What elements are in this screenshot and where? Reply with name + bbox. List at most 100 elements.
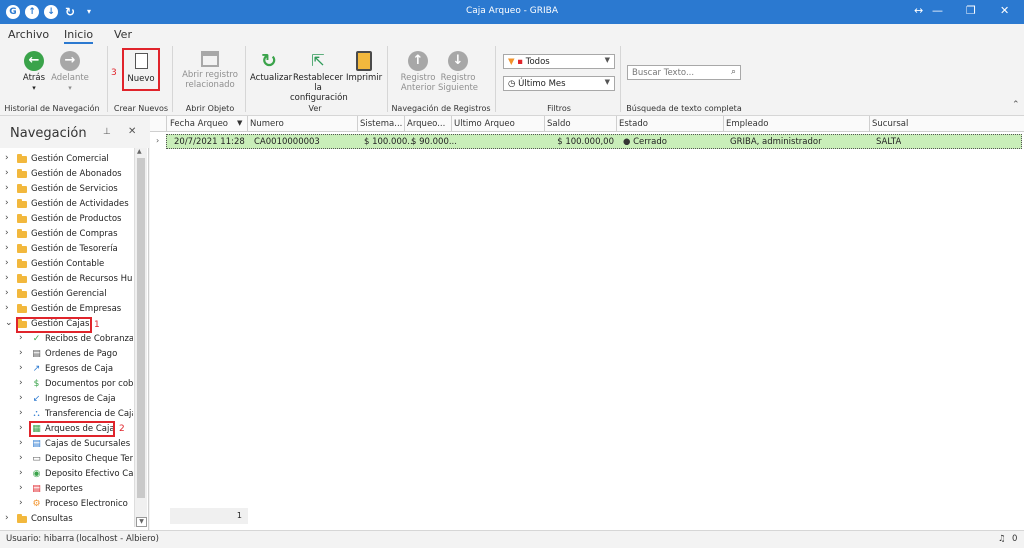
reset-config-button[interactable]: ⇱ Restablecer la configuración (290, 51, 348, 103)
transfer-icon: ⛬ (33, 409, 40, 419)
column-divider[interactable] (247, 116, 248, 132)
chevron-right-icon[interactable]: › (19, 378, 29, 388)
column-header[interactable]: Ultimo Arqueo (454, 119, 515, 129)
resize-icon[interactable]: ↔ (914, 4, 923, 17)
close-icon[interactable]: ✕ (128, 126, 136, 137)
close-button[interactable]: ✕ (1000, 4, 1009, 17)
column-divider[interactable] (616, 116, 617, 132)
collapse-ribbon-icon[interactable]: ⌃ (1012, 100, 1020, 110)
chevron-right-icon[interactable]: › (5, 198, 15, 208)
nav-item[interactable]: › Gestión de Productos (5, 213, 133, 228)
minimize-button[interactable]: — (932, 4, 943, 17)
chevron-right-icon[interactable]: › (19, 363, 29, 373)
nav-item[interactable]: › Gestión de Servicios (5, 183, 133, 198)
nav-item[interactable]: › Gestión Gerencial (5, 288, 133, 303)
chevron-right-icon[interactable]: › (19, 438, 29, 448)
chevron-right-icon[interactable]: › (5, 273, 15, 283)
column-header[interactable]: Numero (250, 119, 284, 129)
chevron-right-icon[interactable]: › (5, 183, 15, 193)
chevron-right-icon[interactable]: › (5, 213, 15, 223)
nav-item[interactable]: › Gestión Comercial (5, 153, 133, 168)
chevron-right-icon[interactable]: › (5, 228, 15, 238)
search-input[interactable]: Buscar Texto... ⌕ (627, 65, 741, 80)
column-header[interactable]: Estado (619, 119, 648, 129)
chevron-right-icon[interactable]: › (5, 258, 15, 268)
chevron-right-icon[interactable]: › (19, 498, 29, 508)
chevron-right-icon[interactable]: › (5, 168, 15, 178)
chevron-right-icon[interactable]: › (19, 453, 29, 463)
pin-icon[interactable]: ⊥ (103, 127, 111, 137)
arrow-out-icon: ↗ (32, 364, 41, 374)
navigation-scrollbar[interactable]: ▲ ▼ (134, 148, 147, 527)
refresh-button[interactable]: ↻ Actualizar (250, 51, 292, 83)
nav-item[interactable]: › ▤ Cajas de Sucursales (19, 438, 133, 453)
nav-item[interactable]: › ✓ Recibos de Cobranza (19, 333, 133, 348)
nav-item[interactable]: › ↙ Ingresos de Caja (19, 393, 133, 408)
nav-item[interactable]: › Gestión de Empresas (5, 303, 133, 318)
nav-item-label: Gestión de Servicios (31, 184, 118, 194)
column-header[interactable]: Sucursal (872, 119, 908, 129)
nav-item[interactable]: › $ Documentos por cobrar (19, 378, 133, 393)
chevron-right-icon[interactable]: › (19, 483, 29, 493)
menu-archivo[interactable]: Archivo (8, 28, 49, 41)
nav-item-label: Reportes (45, 484, 83, 494)
column-divider[interactable] (544, 116, 545, 132)
nav-item[interactable]: › Gestión de Actividades (5, 198, 133, 213)
nav-item[interactable]: › Consultas (5, 513, 133, 528)
nav-item[interactable]: › ↗ Egresos de Caja (19, 363, 133, 378)
chevron-right-icon[interactable]: › (5, 513, 15, 523)
menu-inicio[interactable]: Inicio (64, 28, 94, 44)
column-divider[interactable] (404, 116, 405, 132)
nav-item[interactable]: › ▭ Deposito Cheque Ter... (19, 453, 133, 468)
column-header[interactable]: Sistema... (360, 119, 402, 129)
period-filter-select[interactable]: ◷ Último Mes ▼ (503, 76, 615, 91)
table-row[interactable]: 20/7/2021 11:28 CA0010000003 $ 100.000... $… (166, 134, 1022, 149)
open-related-button[interactable]: Abrir registro relacionado (180, 51, 240, 90)
nav-item[interactable]: › ▤ Reportes (19, 483, 133, 498)
status-filter-select[interactable]: ▼ ▪ Todos ▼ (503, 54, 615, 69)
chevron-right-icon[interactable]: › (19, 393, 29, 403)
chevron-down-icon[interactable]: ⌄ (5, 318, 15, 328)
bell-icon[interactable]: ♫ (998, 534, 1006, 544)
nav-item[interactable]: › Gestión Contable (5, 258, 133, 273)
column-header[interactable]: Arqueo... (407, 119, 445, 129)
nav-item[interactable]: › Gestión de Tesorería (5, 243, 133, 258)
chevron-right-icon[interactable]: › (5, 153, 15, 163)
column-divider[interactable] (723, 116, 724, 132)
nav-item[interactable]: › ⚙ Proceso Electronico (19, 498, 133, 513)
print-button[interactable]: Imprimir (346, 51, 382, 83)
next-record-button[interactable]: ↓ Registro Siguiente (437, 51, 479, 93)
group-label-filters: Filtros (547, 104, 571, 113)
chevron-right-icon[interactable]: › (19, 348, 29, 358)
chevron-right-icon[interactable]: › (5, 243, 15, 253)
nav-item[interactable]: › Gestión de Recursos Hum... (5, 273, 133, 288)
nav-item[interactable]: › Gestión de Compras (5, 228, 133, 243)
maximize-button[interactable]: ❐ (966, 4, 976, 17)
column-header[interactable]: Empleado (726, 119, 768, 129)
chevron-right-icon[interactable]: › (19, 423, 29, 433)
group-label-history: Historial de Navegación (4, 104, 100, 113)
chevron-right-icon[interactable]: › (19, 468, 29, 478)
column-divider[interactable] (869, 116, 870, 132)
scroll-down-icon[interactable]: ▼ (136, 517, 147, 527)
column-divider[interactable] (357, 116, 358, 132)
receipt-icon: ✓ (32, 334, 41, 344)
scroll-up-icon[interactable]: ▲ (137, 148, 142, 155)
nav-item[interactable]: › Gestión de Abonados (5, 168, 133, 183)
column-divider[interactable] (451, 116, 452, 132)
sort-descending-icon[interactable]: ▼ (237, 119, 242, 127)
chevron-right-icon[interactable]: › (19, 408, 29, 418)
chevron-right-icon[interactable]: › (5, 303, 15, 313)
nav-item[interactable]: ›◉ Deposito Efectivo Caj... (19, 468, 133, 483)
column-header[interactable]: Saldo (547, 119, 571, 129)
document-money-icon: $ (33, 379, 40, 389)
forward-button[interactable]: → Adelante ▾ (48, 51, 92, 93)
menu-ver[interactable]: Ver (114, 28, 132, 41)
table-cell: $ 100.000,00 (557, 137, 614, 147)
scroll-thumb[interactable] (137, 158, 145, 498)
column-header[interactable]: Fecha Arqueo (170, 119, 228, 129)
chevron-right-icon[interactable]: › (5, 288, 15, 298)
chevron-right-icon[interactable]: › (19, 333, 29, 343)
previous-record-button[interactable]: ↑ Registro Anterior (397, 51, 439, 93)
nav-item[interactable]: › ▤ Ordenes de Pago (19, 348, 133, 363)
